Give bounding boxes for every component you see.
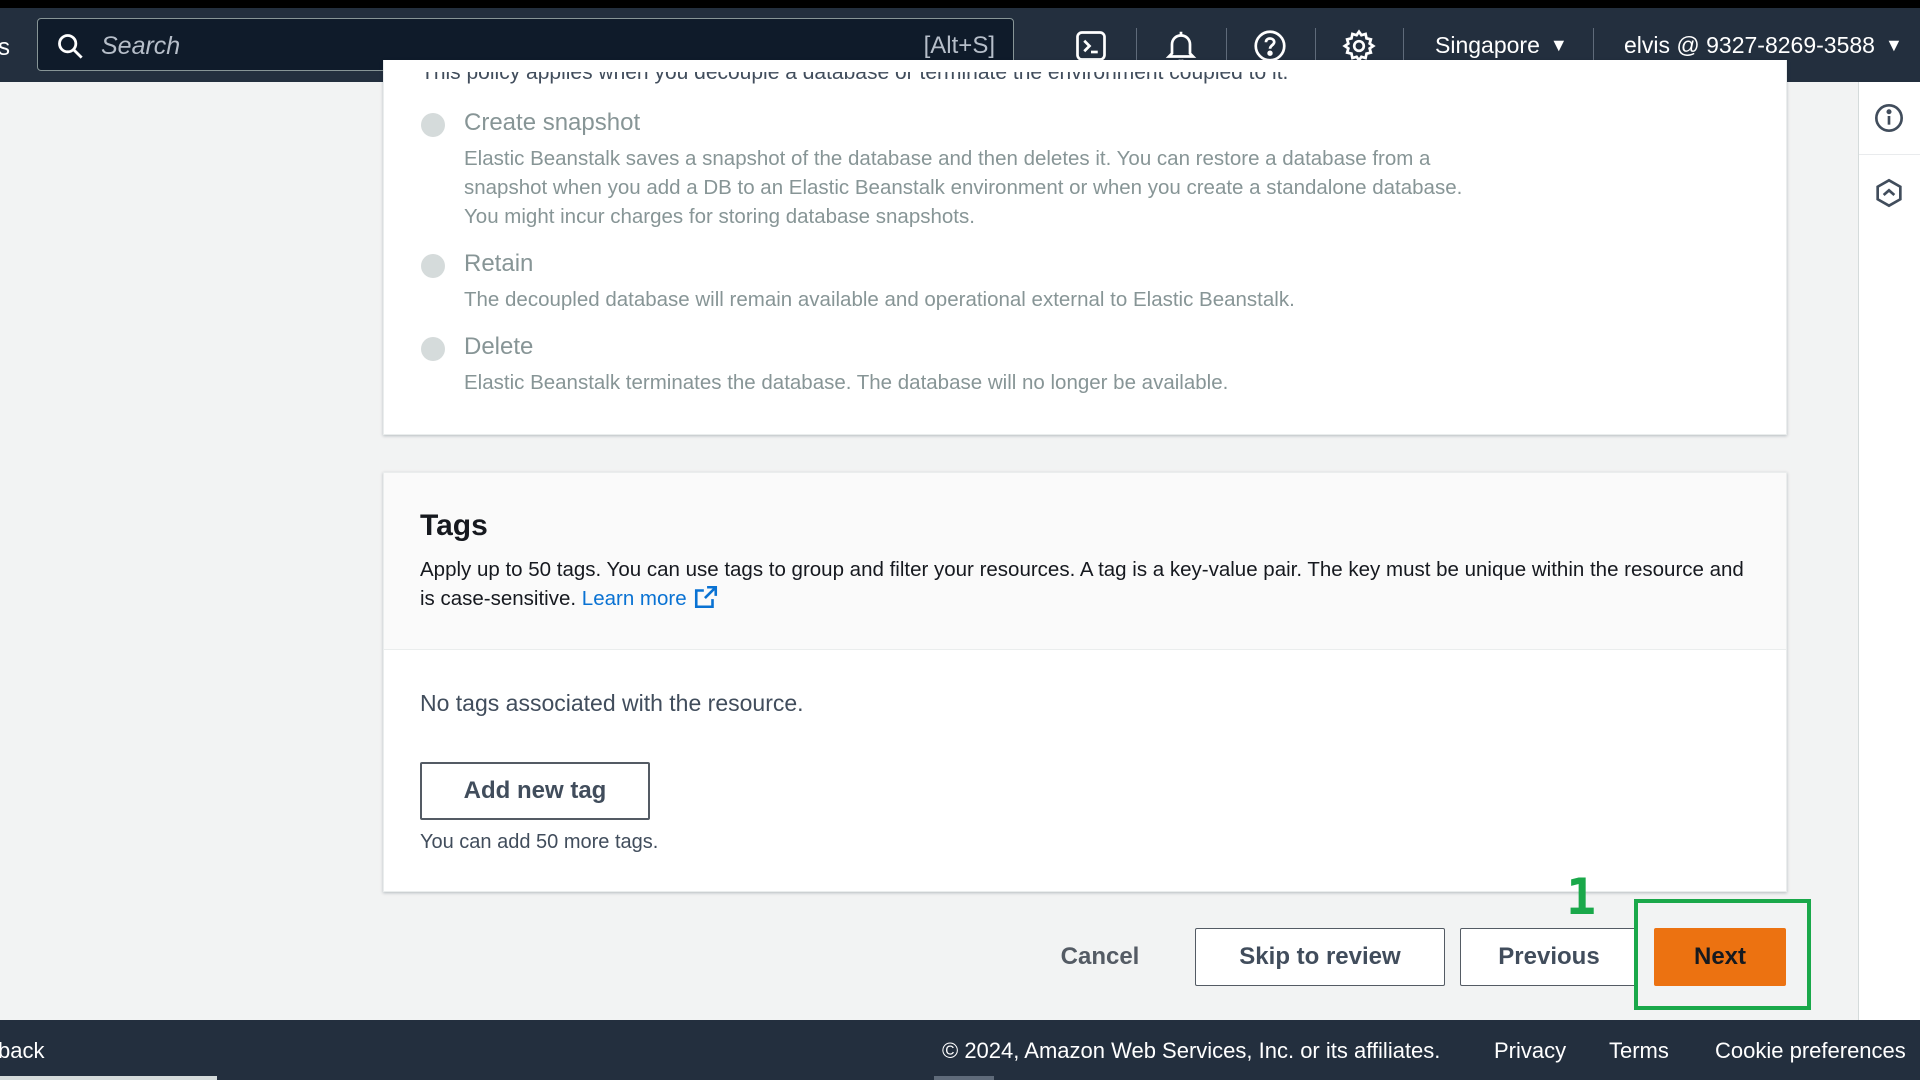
search-placeholder: Search xyxy=(101,32,181,60)
hexagon-ai-icon[interactable] xyxy=(1873,177,1905,209)
external-link-icon xyxy=(694,585,717,609)
tags-panel-header: Tags Apply up to 50 tags. You can use ta… xyxy=(384,473,1786,650)
privacy-link[interactable]: Privacy xyxy=(1494,1038,1566,1064)
tags-heading: Tags xyxy=(420,509,488,542)
radio-label: Create snapshot xyxy=(464,109,641,136)
radio-button[interactable] xyxy=(421,113,445,137)
skip-to-review-button[interactable]: Skip to review xyxy=(1195,928,1445,986)
radio-description: Elastic Beanstalk terminates the databas… xyxy=(464,371,1229,394)
search-shortcut-hint: [Alt+S] xyxy=(923,32,995,59)
tools-rail xyxy=(1858,82,1920,1020)
tags-description: Apply up to 50 tags. You can use tags to… xyxy=(420,558,1744,610)
footer-bar: back © 2024, Amazon Web Services, Inc. o… xyxy=(0,1020,1920,1080)
cloudshell-icon[interactable] xyxy=(1073,28,1109,64)
radio-description: Elastic Beanstalk saves a snapshot of th… xyxy=(464,147,1463,228)
remaining-tags-hint: You can add 50 more tags. xyxy=(420,831,659,853)
policy-intro-text: This policy applies when you decouple a … xyxy=(421,72,1289,84)
terms-link[interactable]: Terms xyxy=(1609,1038,1669,1064)
add-new-tag-button[interactable]: Add new tag xyxy=(420,762,650,820)
account-menu[interactable]: elvis @ 9327-8269-3588 ▼ xyxy=(1624,32,1903,59)
caret-down-icon: ▼ xyxy=(1549,35,1568,55)
radio-button[interactable] xyxy=(421,254,445,278)
caret-down-icon: ▼ xyxy=(1884,35,1903,55)
account-label: elvis @ 9327-8269-3588 xyxy=(1624,32,1875,58)
feedback-link[interactable]: back xyxy=(0,1038,44,1064)
database-deletion-policy-panel: This policy applies when you decouple a … xyxy=(383,60,1787,435)
radio-description: The decoupled database will remain avail… xyxy=(464,288,1295,311)
horizontal-scrollbar[interactable] xyxy=(0,1076,217,1080)
scroll-indicator xyxy=(934,1076,994,1080)
search-icon xyxy=(58,34,83,59)
cookie-preferences-link[interactable]: Cookie preferences xyxy=(1715,1038,1906,1064)
help-icon[interactable] xyxy=(1252,28,1288,64)
rail-divider xyxy=(1859,154,1920,155)
learn-more-link[interactable]: Learn more xyxy=(582,585,719,610)
radio-label: Retain xyxy=(464,250,534,277)
no-tags-message: No tags associated with the resource. xyxy=(420,690,804,716)
services-menu-edge-text[interactable]: s xyxy=(0,34,10,62)
step-highlight-box xyxy=(1634,899,1811,1010)
region-selector[interactable]: Singapore ▼ xyxy=(1435,32,1568,59)
gear-icon[interactable] xyxy=(1341,28,1377,64)
region-label: Singapore xyxy=(1435,32,1540,58)
bell-icon[interactable] xyxy=(1163,28,1199,64)
radio-label: Delete xyxy=(464,333,534,360)
copyright-text: © 2024, Amazon Web Services, Inc. or its… xyxy=(942,1038,1441,1063)
previous-button[interactable]: Previous xyxy=(1460,928,1638,986)
info-icon[interactable] xyxy=(1873,102,1905,134)
step-number-label: 1 xyxy=(1566,868,1597,926)
cancel-button[interactable]: Cancel xyxy=(1040,928,1160,986)
radio-button[interactable] xyxy=(421,337,445,361)
tags-panel: Tags Apply up to 50 tags. You can use ta… xyxy=(383,472,1787,892)
